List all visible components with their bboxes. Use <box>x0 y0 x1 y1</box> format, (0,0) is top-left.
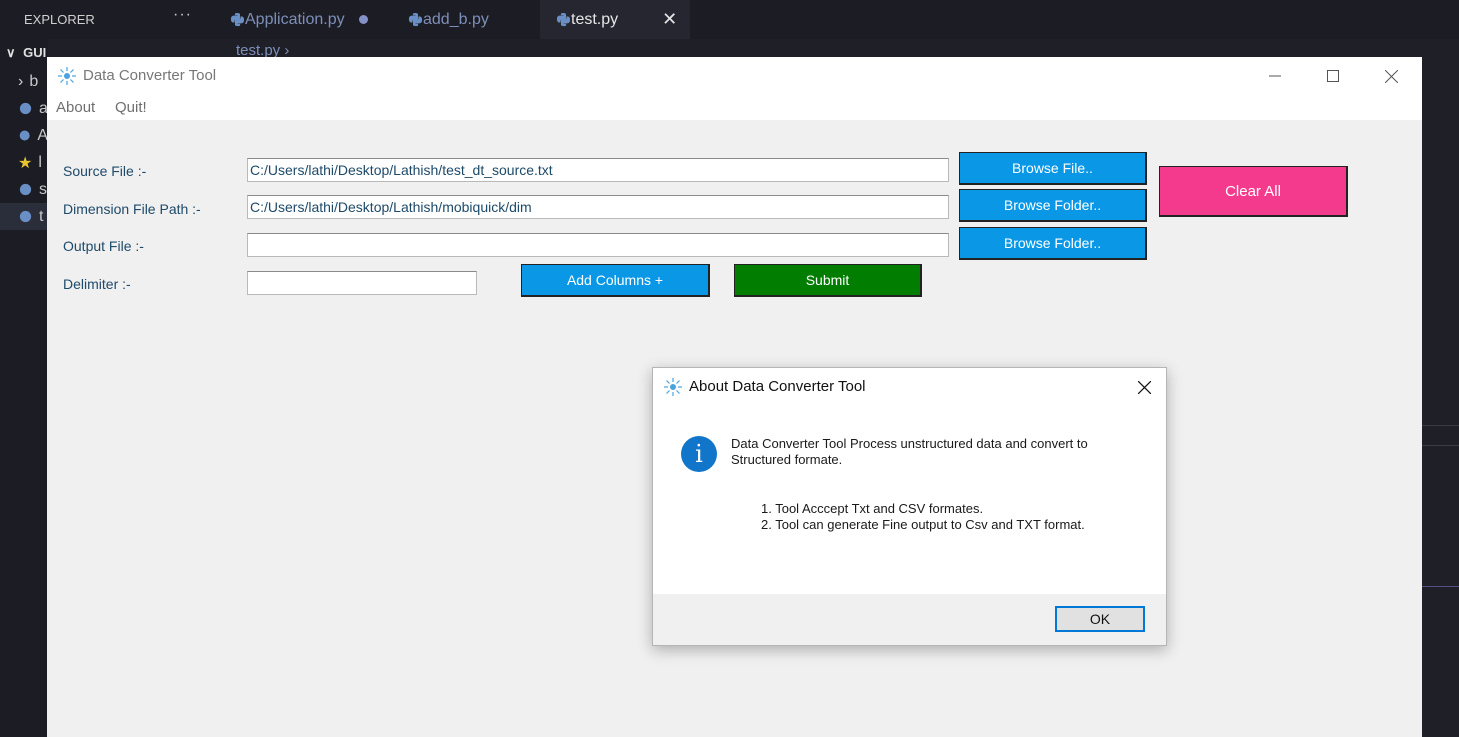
add-columns-button[interactable]: Add Columns + <box>521 264 710 297</box>
delimiter-input[interactable] <box>247 271 477 295</box>
divider <box>1422 445 1459 446</box>
list-item: 2. Tool can generate Fine output to Csv … <box>761 517 1085 532</box>
tab-application-py[interactable]: Application.py <box>218 0 388 39</box>
menu-bar: About Quit! <box>47 95 1422 120</box>
dialog-message-line: Structured formate. <box>731 452 843 467</box>
unsaved-dot-icon <box>358 15 368 24</box>
window-title: Data Converter Tool <box>83 67 217 84</box>
divider <box>1422 425 1459 426</box>
dialog-message: Data Converter Tool Process unstructured… <box>731 436 1151 468</box>
explorer-item[interactable]: › b <box>0 68 48 95</box>
dimension-file-path-input[interactable]: C:/Users/lathi/Desktop/Lathish/mobiquick… <box>247 195 949 219</box>
list-item: 1. Tool Acccept Txt and CSV formates. <box>761 501 984 516</box>
star-icon: ★ <box>18 154 33 172</box>
dialog-feature-list: 1. Tool Acccept Txt and CSV formates. 2.… <box>761 501 1085 533</box>
chevron-down-icon: ∨ <box>6 45 16 60</box>
browse-dimension-folder-button[interactable]: Browse Folder.. <box>959 189 1147 222</box>
tab-label: add_b.py <box>423 10 489 28</box>
explorer-item-selected[interactable]: t <box>0 203 48 230</box>
close-icon[interactable]: ✕ <box>662 9 677 30</box>
explorer-item-label: l <box>38 153 42 171</box>
folder-label: GUI <box>23 45 47 60</box>
delimiter-label: Delimiter :- <box>63 276 131 292</box>
browse-file-button[interactable]: Browse File.. <box>959 152 1147 185</box>
browse-output-folder-button[interactable]: Browse Folder.. <box>959 227 1147 260</box>
source-file-input[interactable]: C:/Users/lathi/Desktop/Lathish/test_dt_s… <box>247 158 949 182</box>
explorer-item-label: b <box>29 72 39 90</box>
app-logo-icon <box>58 67 76 85</box>
window-titlebar[interactable]: Data Converter Tool <box>47 57 1422 95</box>
explorer-title: EXPLORER <box>24 12 95 27</box>
more-actions-icon[interactable]: ··· <box>173 6 192 24</box>
close-button[interactable] <box>1362 57 1420 95</box>
python-file-icon <box>19 210 32 223</box>
close-icon <box>1137 380 1151 394</box>
minimize-button[interactable] <box>1246 57 1304 95</box>
output-file-label: Output File :- <box>63 238 144 254</box>
python-file-icon <box>19 130 30 141</box>
minimize-icon <box>1269 75 1281 77</box>
dialog-title: About Data Converter Tool <box>689 378 866 395</box>
explorer-item[interactable]: ★ l <box>0 149 48 176</box>
explorer-item-label: t <box>39 207 44 225</box>
tab-test-py[interactable]: test.py ✕ <box>540 0 690 39</box>
dialog-titlebar[interactable]: About Data Converter Tool <box>653 368 1166 406</box>
python-file-icon <box>230 12 245 27</box>
explorer-item[interactable]: s <box>0 176 48 203</box>
submit-button[interactable]: Submit <box>734 264 922 297</box>
app-logo-icon <box>664 378 682 396</box>
python-file-icon <box>408 12 423 27</box>
editor-minimap-area <box>1422 40 1459 737</box>
ok-button[interactable]: OK <box>1055 606 1145 632</box>
explorer-item-label: s <box>39 180 47 198</box>
about-dialog: About Data Converter Tool i Data Convert… <box>652 367 1167 646</box>
python-file-icon <box>556 12 571 27</box>
dialog-message-line: Data Converter Tool Process unstructured… <box>731 436 1088 451</box>
python-file-icon <box>19 102 32 115</box>
dialog-footer: OK <box>653 594 1166 645</box>
tab-add-b-py[interactable]: add_b.py <box>396 0 536 39</box>
chevron-right-icon: › <box>18 72 24 90</box>
maximize-button[interactable] <box>1304 57 1362 95</box>
divider <box>1422 586 1459 587</box>
python-file-icon <box>19 183 32 196</box>
tab-label: Application.py <box>245 10 345 28</box>
close-icon <box>1384 69 1398 83</box>
dimension-file-path-label: Dimension File Path :- <box>63 201 201 217</box>
maximize-icon <box>1327 70 1339 82</box>
explorer-item[interactable]: a <box>0 95 48 122</box>
info-icon: i <box>681 436 717 472</box>
menu-about[interactable]: About <box>56 99 95 116</box>
folder-gui[interactable]: ∨ GUI <box>6 45 46 61</box>
source-file-label: Source File :- <box>63 163 147 179</box>
menu-quit[interactable]: Quit! <box>115 99 147 116</box>
dialog-close-button[interactable] <box>1129 376 1159 398</box>
explorer-item[interactable]: A <box>0 122 48 149</box>
clear-all-button[interactable]: Clear All <box>1159 166 1348 217</box>
tab-label: test.py <box>571 10 619 28</box>
output-file-input[interactable] <box>247 233 949 257</box>
